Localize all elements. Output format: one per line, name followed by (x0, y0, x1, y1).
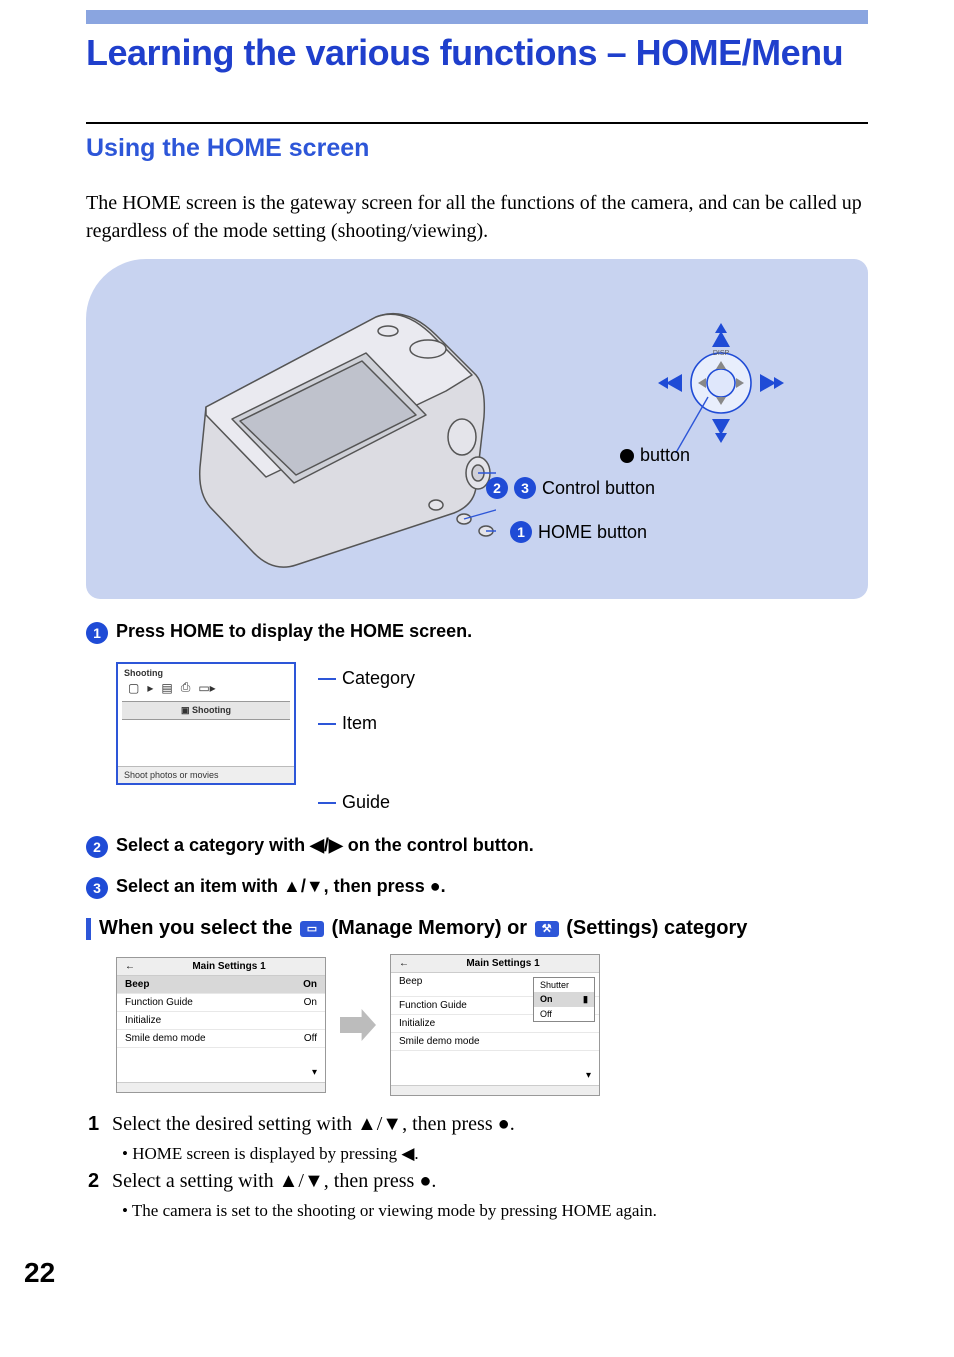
settings-row-smile-demo: Smile demo modeOff (117, 1030, 325, 1048)
settings-row-beep: BeepOn (117, 976, 325, 994)
step-2-number: 2 (86, 836, 108, 858)
lcd-category-icons: ▢ ▸ ▤ ⎙ ▭▸ (118, 680, 294, 699)
camera-illustration (176, 287, 496, 577)
transition-arrow-icon (340, 1009, 376, 1041)
print-icon: ⎙ (181, 680, 191, 695)
camera-diagram-panel: DISP button 2 3 Control button 1 HOME bu… (86, 259, 868, 599)
down-arrow-icon: ▾ (312, 1067, 317, 1078)
step-1-number: 1 (86, 622, 108, 644)
callout-num-2: 2 (486, 477, 508, 499)
ol-step-2-text: Select a setting with ▲/▼, then press ●. (112, 1167, 436, 1196)
settings-row-initialize: Initialize (117, 1012, 325, 1030)
popup-shutter: Shutter (534, 978, 594, 992)
lcd-item-label: Shooting (192, 705, 231, 715)
pointer-item: Item (342, 713, 377, 734)
settings-header-title-right: Main Settings 1 (415, 958, 591, 969)
settings-panel-left: ← Main Settings 1 BeepOn Function GuideO… (116, 957, 326, 1093)
settings-row-function-guide: Function GuideOn (117, 994, 325, 1012)
popup-off: Off (534, 1007, 594, 1021)
disp-label: DISP (713, 350, 730, 357)
lcd-pointer-labels: Category Item Guide (318, 668, 415, 813)
settings-value-popup: Shutter On▮ Off (533, 977, 595, 1022)
control-pad-illustration: DISP (626, 313, 816, 453)
ol-step-2: 2 Select a setting with ▲/▼, then press … (88, 1167, 868, 1196)
header-accent-bar (86, 10, 868, 24)
step-2: 2 Select a category with ◀/▶ on the cont… (86, 835, 868, 858)
camera-icon: ▢ (128, 681, 139, 695)
ordered-steps: 1 Select the desired setting with ▲/▼, t… (88, 1110, 868, 1223)
settings-header-title: Main Settings 1 (141, 961, 317, 972)
step-3-text: Select an item with ▲/▼, then press ●. (116, 876, 446, 897)
pointer-guide: Guide (342, 792, 390, 813)
section-rule (86, 122, 868, 124)
button-label: button (640, 445, 690, 466)
ol-step-2-num: 2 (88, 1167, 104, 1196)
blue-bar-icon (86, 918, 91, 940)
callout-control-button: 2 3 Control button (486, 477, 655, 499)
subheading-prefix: When you select the (99, 917, 298, 939)
page-number: 22 (24, 1257, 954, 1289)
home-button-label: HOME button (538, 522, 647, 543)
popup-on: On▮ (534, 992, 594, 1007)
settings-list-left: BeepOn Function GuideOn Initialize Smile… (117, 976, 325, 1048)
step-1: 1 Press HOME to display the HOME screen. (86, 621, 868, 644)
play-icon: ▸ (147, 681, 153, 695)
back-arrow-icon: ← (125, 961, 135, 972)
settings-panel-right: ← Main Settings 1 Beep◂ Function Guide I… (390, 954, 600, 1096)
manage-memory-icon: ▭ (300, 921, 324, 937)
step-2-text: Select a category with ◀/▶ on the contro… (116, 835, 534, 856)
settings-icon: ▭▸ (198, 681, 215, 695)
callout-num-1: 1 (510, 521, 532, 543)
step-3-number: 3 (86, 877, 108, 899)
lcd-category-title: Shooting (118, 664, 294, 680)
lcd-item-bar: ▣ Shooting (122, 701, 290, 720)
home-lcd-mock: Shooting ▢ ▸ ▤ ⎙ ▭▸ ▣ Shooting Shoot pho… (116, 662, 296, 785)
home-screen-mock-row: Shooting ▢ ▸ ▤ ⎙ ▭▸ ▣ Shooting Shoot pho… (116, 662, 868, 813)
ol-step-1-text: Select the desired setting with ▲/▼, the… (112, 1110, 515, 1139)
section-heading: Using the HOME screen (86, 134, 868, 163)
subheading-mm: (Manage Memory) or (332, 917, 533, 939)
ol-step-1: 1 Select the desired setting with ▲/▼, t… (88, 1110, 868, 1139)
camera-small-icon: ▣ (181, 705, 192, 715)
memory-icon: ▤ (161, 681, 172, 695)
page-title: Learning the various functions – HOME/Me… (86, 32, 868, 74)
step-1-text: Press HOME to display the HOME screen. (116, 621, 472, 642)
down-arrow-icon: ▾ (586, 1070, 591, 1081)
settings-panels-row: ← Main Settings 1 BeepOn Function GuideO… (116, 954, 868, 1096)
step-3: 3 Select an item with ▲/▼, then press ●. (86, 876, 868, 899)
settings-row-smile-demo-r: Smile demo mode (391, 1033, 599, 1051)
intro-paragraph: The HOME screen is the gateway screen fo… (86, 189, 868, 245)
sub-heading: When you select the ▭ (Manage Memory) or… (86, 917, 868, 940)
callout-home-button: 1 HOME button (510, 521, 647, 543)
ol-step-1-bullet: • HOME screen is displayed by pressing ◀… (122, 1141, 868, 1167)
subheading-settings: (Settings) category (566, 917, 747, 939)
pointer-category: Category (342, 668, 415, 689)
ol-step-1-num: 1 (88, 1110, 104, 1139)
dot-icon (620, 449, 634, 463)
ol-step-2-bullet: • The camera is set to the shooting or v… (122, 1198, 868, 1224)
lcd-guide-bar: Shoot photos or movies (118, 766, 294, 783)
back-arrow-icon: ← (399, 958, 409, 969)
callout-num-3: 3 (514, 477, 536, 499)
callout-dot-button: button (620, 445, 690, 466)
control-button-label: Control button (542, 478, 655, 499)
settings-toolbox-icon: ⚒ (535, 921, 559, 937)
